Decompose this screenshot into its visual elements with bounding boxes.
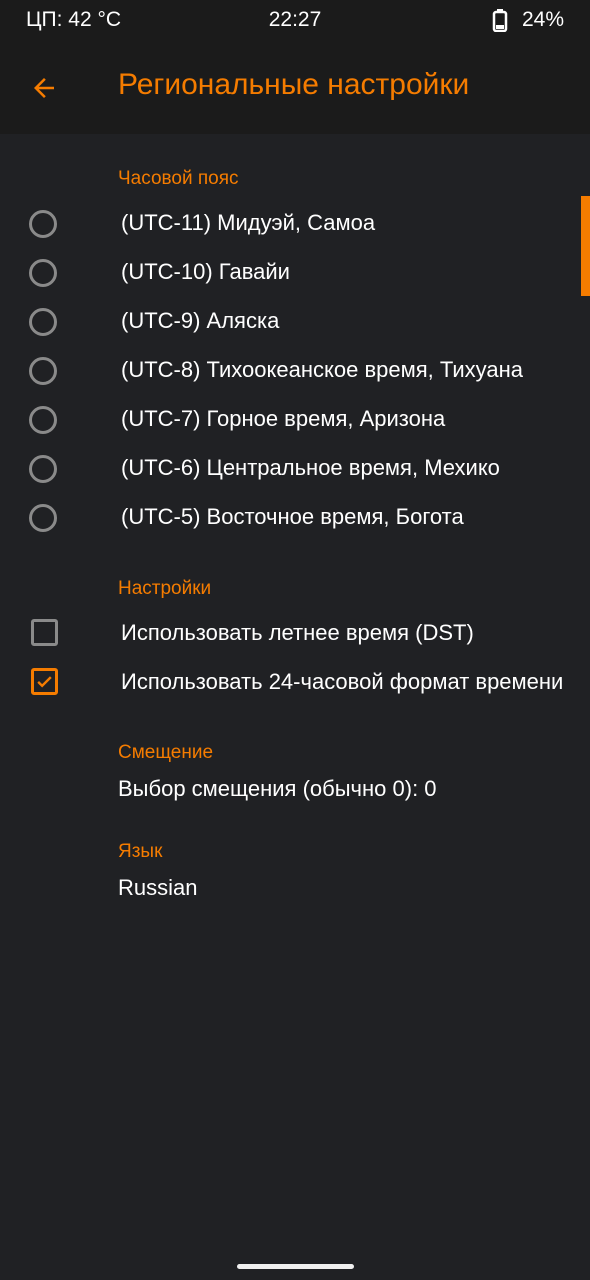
- settings-section-header: Настройки: [118, 578, 212, 599]
- timezone-option[interactable]: (UTC-11) Мидуэй, Самоа: [0, 203, 590, 252]
- timezone-option-label: (UTC-6) Центральное время, Мехико: [121, 455, 500, 480]
- timezone-option-label: (UTC-9) Аляска: [121, 308, 280, 333]
- radio-button[interactable]: [29, 308, 57, 336]
- scrollbar[interactable]: [581, 196, 590, 296]
- settings-content[interactable]: Часовой пояс (UTC-11) Мидуэй, Самоа (UTC…: [0, 134, 590, 1280]
- home-indicator[interactable]: [237, 1264, 354, 1269]
- timezone-option[interactable]: (UTC-6) Центральное время, Мехико: [0, 448, 590, 497]
- format24-label: Использовать 24-часовой формат времени: [121, 669, 564, 694]
- offset-section-header: Смещение: [118, 742, 214, 763]
- dst-setting-row[interactable]: Использовать летнее время (DST): [0, 613, 590, 662]
- timezone-section-header: Часовой пояс: [118, 168, 239, 189]
- dst-label: Использовать летнее время (DST): [121, 620, 474, 645]
- radio-button[interactable]: [29, 210, 57, 238]
- timezone-option-label: (UTC-10) Гавайи: [121, 259, 290, 284]
- back-button[interactable]: [20, 64, 68, 112]
- offset-value[interactable]: Выбор смещения (обычно 0): 0: [118, 776, 437, 802]
- timezone-option-label: (UTC-11) Мидуэй, Самоа: [121, 210, 376, 235]
- language-value[interactable]: Russian: [118, 875, 197, 901]
- format24-setting-row[interactable]: Использовать 24-часовой формат времени: [0, 662, 590, 711]
- app-bar: Региональные настройки: [0, 40, 590, 134]
- timezone-option[interactable]: (UTC-8) Тихоокеанское время, Тихуана: [0, 350, 590, 399]
- format24-checkbox[interactable]: [31, 668, 58, 695]
- timezone-option-label: (UTC-8) Тихоокеанское время, Тихуана: [121, 357, 524, 382]
- arrow-back-icon: [34, 78, 54, 98]
- timezone-option-label: (UTC-7) Горное время, Аризона: [121, 406, 446, 431]
- language-section-header: Язык: [118, 841, 163, 862]
- radio-button[interactable]: [29, 504, 57, 532]
- checkmark-icon: [37, 676, 52, 688]
- radio-button[interactable]: [29, 357, 57, 385]
- timezone-option[interactable]: (UTC-9) Аляска: [0, 301, 590, 350]
- page-title: Региональные настройки: [118, 68, 470, 101]
- radio-button[interactable]: [29, 259, 57, 287]
- radio-button[interactable]: [29, 455, 57, 483]
- timezone-option[interactable]: (UTC-7) Горное время, Аризона: [0, 399, 590, 448]
- timezone-option[interactable]: (UTC-5) Восточное время, Богота: [0, 497, 590, 546]
- radio-button[interactable]: [29, 406, 57, 434]
- battery-icon: [488, 8, 512, 33]
- timezone-option[interactable]: (UTC-10) Гавайи: [0, 252, 590, 301]
- battery-percent: 24%: [521, 8, 564, 31]
- screen: ЦП: 42 °C 22:27 24% Региональные настрой…: [0, 0, 590, 1280]
- timezone-option-label: (UTC-5) Восточное время, Богота: [121, 504, 464, 529]
- battery-status: 24%: [488, 8, 564, 33]
- dst-checkbox[interactable]: [31, 619, 58, 646]
- status-bar: ЦП: 42 °C 22:27 24%: [0, 0, 590, 40]
